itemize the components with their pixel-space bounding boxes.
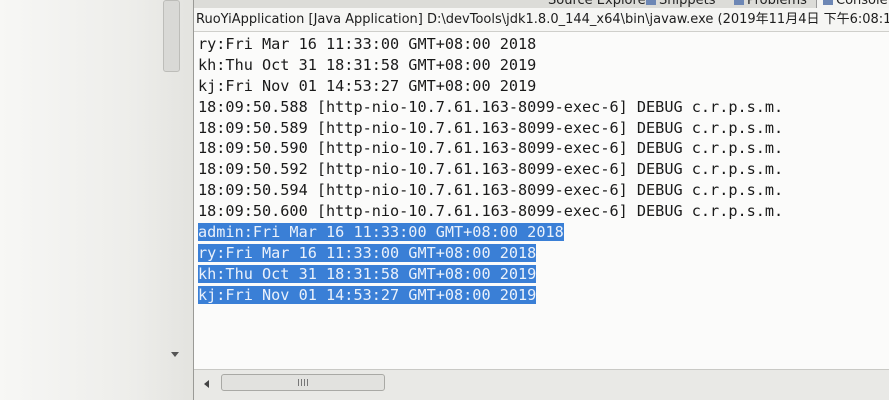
console-line[interactable]: 18:09:50.590 [http-nio-10.7.61.163-8099-… <box>198 138 889 159</box>
tab-problems-label: Problems <box>747 0 807 8</box>
console-line[interactable]: 18:09:50.592 [http-nio-10.7.61.163-8099-… <box>198 159 889 180</box>
horizontal-scrollbar-thumb[interactable] <box>221 374 385 391</box>
console-line-selected[interactable]: kh:Thu Oct 31 18:31:58 GMT+08:00 2019 <box>198 264 889 285</box>
scroll-down-arrow-icon[interactable] <box>171 352 179 357</box>
tab-problems[interactable]: Problems <box>734 0 807 8</box>
scroll-left-arrow-icon[interactable] <box>204 380 209 388</box>
tab-console-label: Console <box>836 0 888 8</box>
grip-icon <box>298 379 308 386</box>
view-tab-bar: Source Explorer Snippets Problems Consol… <box>194 0 889 8</box>
tab-console[interactable]: Console <box>816 0 889 8</box>
console-line[interactable]: ry:Fri Mar 16 11:33:00 GMT+08:00 2018 <box>198 34 889 55</box>
horizontal-scrollbar[interactable] <box>194 369 889 400</box>
console-line-selected[interactable]: kj:Fri Nov 01 14:53:27 GMT+08:00 2019 <box>198 285 889 306</box>
console-line[interactable]: 18:09:50.589 [http-nio-10.7.61.163-8099-… <box>198 118 889 139</box>
snippets-icon <box>646 0 656 5</box>
console-line[interactable]: kj:Fri Nov 01 14:53:27 GMT+08:00 2019 <box>198 76 889 97</box>
console-line-selected[interactable]: admin:Fri Mar 16 11:33:00 GMT+08:00 2018 <box>198 222 889 243</box>
selected-text: ry:Fri Mar 16 11:33:00 GMT+08:00 2018 <box>198 243 537 262</box>
selected-text: admin:Fri Mar 16 11:33:00 GMT+08:00 2018 <box>198 223 564 242</box>
console-icon <box>823 0 833 5</box>
selected-text: kh:Thu Oct 31 18:31:58 GMT+08:00 2019 <box>198 264 537 283</box>
console-line[interactable]: 18:09:50.594 [http-nio-10.7.61.163-8099-… <box>198 180 889 201</box>
tab-snippets[interactable]: Snippets <box>646 0 715 8</box>
tab-snippets-label: Snippets <box>659 0 716 8</box>
console-process-header: RuoYiApplication [Java Application] D:\d… <box>194 8 889 32</box>
vertical-scrollbar-thumb[interactable] <box>163 0 180 72</box>
tab-source-explorer[interactable]: Source Explorer <box>548 0 651 8</box>
console-lines[interactable]: ry:Fri Mar 16 11:33:00 GMT+08:00 2018 kh… <box>198 34 889 306</box>
selected-text: kj:Fri Nov 01 14:53:27 GMT+08:00 2019 <box>198 285 537 304</box>
console-line[interactable]: kh:Thu Oct 31 18:31:58 GMT+08:00 2019 <box>198 55 889 76</box>
console-output-panel[interactable]: RuoYiApplication [Java Application] D:\d… <box>194 8 889 370</box>
problems-icon <box>734 0 744 5</box>
console-line-selected[interactable]: ry:Fri Mar 16 11:33:00 GMT+08:00 2018 <box>198 243 889 264</box>
console-line[interactable]: 18:09:50.600 [http-nio-10.7.61.163-8099-… <box>198 201 889 222</box>
console-line[interactable]: 18:09:50.588 [http-nio-10.7.61.163-8099-… <box>198 97 889 118</box>
